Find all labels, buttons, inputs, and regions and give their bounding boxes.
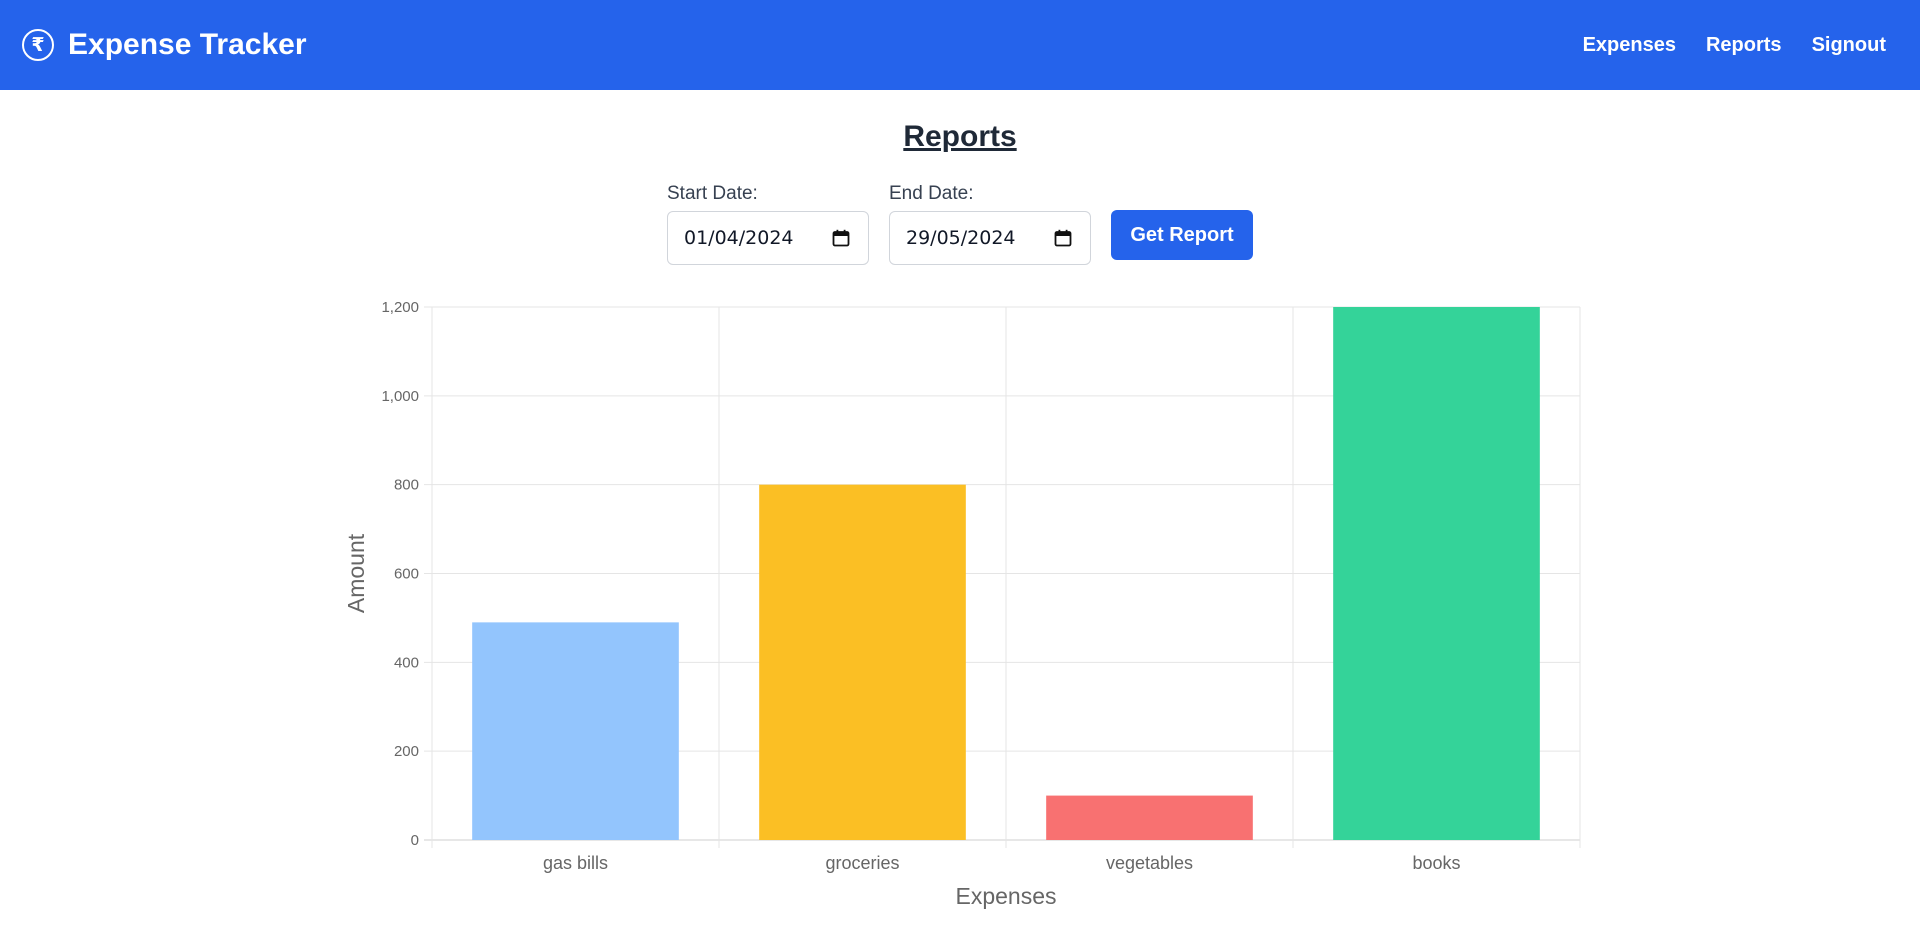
y-axis-title: Amount [343,533,369,613]
y-tick-label: 800 [394,477,419,494]
y-tick-label: 1,200 [381,299,419,316]
bar-gas-bills [472,622,679,840]
x-tick-label: books [1412,853,1460,873]
bar-books [1333,307,1540,840]
expenses-bar-chart: 0 200 400 600 800 1,000 1,200 gas bills grocerie… [343,299,1581,909]
bar-vegetables [1046,795,1253,840]
bar-groceries [759,484,966,840]
x-axis-title: Expenses [955,883,1056,909]
y-tick-label: 0 [411,832,419,849]
y-tick-label: 600 [394,566,419,583]
x-tick-label: vegetables [1106,853,1193,873]
y-tick-label: 1,000 [381,388,419,405]
y-tick-label: 400 [394,654,419,671]
y-tick-label: 200 [394,743,419,760]
x-tick-label: groceries [825,853,899,873]
x-tick-label: gas bills [543,853,608,873]
